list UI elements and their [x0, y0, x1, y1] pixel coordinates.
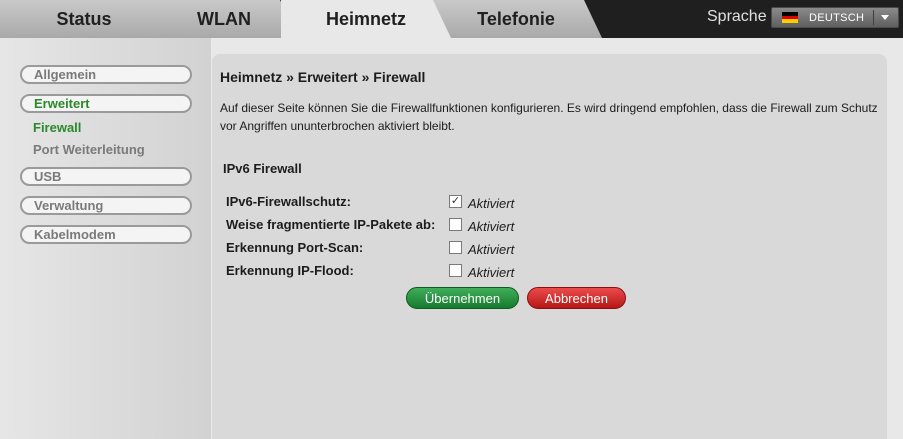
tab-telefonie[interactable]: Telefonie [430, 0, 602, 38]
cancel-button[interactable]: Abbrechen [527, 287, 626, 309]
tab-heimnetz[interactable]: Heimnetz [281, 0, 451, 38]
section-title: IPv6 Firewall [223, 161, 302, 176]
language-select[interactable]: DEUTSCH [771, 7, 899, 28]
sidebar-subitem-port-weiterleitung[interactable]: Port Weiterleitung [33, 142, 145, 157]
checkbox-ipv6-firewallschutz[interactable]: ✓ [449, 195, 462, 208]
german-flag-icon [782, 12, 798, 24]
row-label-fragmentierte-pakete: Weise fragmentierte IP-Pakete ab: [226, 217, 436, 232]
language-selected-value: DEUTSCH [809, 11, 865, 24]
language-divider [873, 10, 874, 25]
apply-button[interactable]: Übernehmen [406, 287, 519, 309]
sidebar-item-verwaltung[interactable]: Verwaltung [20, 196, 192, 215]
top-navigation: Telefonie WLAN Status Heimnetz Sprache D… [0, 0, 903, 38]
page-description: Auf dieser Seite können Sie die Firewall… [220, 101, 878, 133]
breadcrumb: Heimnetz » Erweitert » Firewall [220, 69, 426, 85]
sidebar-item-usb[interactable]: USB [20, 167, 192, 186]
checkbox-label-ip-flood: Aktiviert [468, 265, 515, 280]
tab-status[interactable]: Status [0, 0, 168, 38]
row-label-ipv6-firewallschutz: IPv6-Firewallschutz: [226, 194, 351, 209]
checkbox-label-ipv6-firewallschutz: Aktiviert [468, 196, 515, 211]
checkbox-label-port-scan: Aktiviert [468, 242, 515, 257]
language-label: Sprache [707, 8, 767, 25]
checkbox-fragmentierte-pakete[interactable] [449, 218, 462, 231]
sidebar-item-kabelmodem[interactable]: Kabelmodem [20, 225, 192, 244]
sidebar-item-allgemein[interactable]: Allgemein [20, 65, 192, 84]
checkbox-port-scan[interactable] [449, 241, 462, 254]
checkmark-icon: ✓ [450, 195, 461, 207]
chevron-down-icon[interactable] [881, 15, 889, 20]
tab-wlan[interactable]: WLAN [150, 0, 298, 38]
checkbox-label-fragmentierte-pakete: Aktiviert [468, 219, 515, 234]
row-label-port-scan: Erkennung Port-Scan: [226, 240, 364, 255]
checkbox-ip-flood[interactable] [449, 264, 462, 277]
row-label-ip-flood: Erkennung IP-Flood: [226, 263, 354, 278]
sidebar-subitem-firewall[interactable]: Firewall [33, 120, 81, 135]
sidebar-item-erweitert[interactable]: Erweitert [20, 94, 192, 113]
